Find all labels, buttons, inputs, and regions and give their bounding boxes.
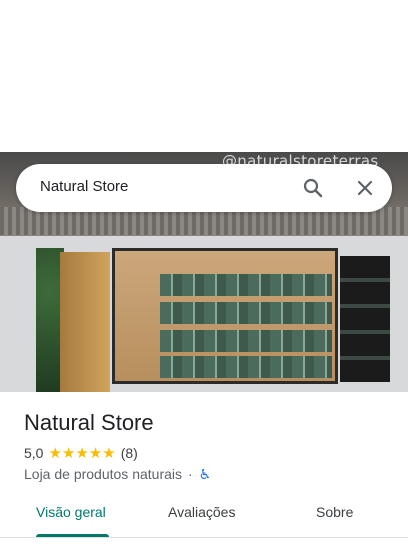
- product-shelf: [160, 356, 332, 378]
- store-door: [60, 252, 110, 392]
- category-row: Loja de produtos naturais · ♿: [24, 465, 211, 483]
- search-query-text[interactable]: Natural Store: [40, 178, 128, 195]
- search-icon[interactable]: [301, 176, 325, 200]
- display-rack: [340, 256, 390, 382]
- tab-reviews[interactable]: Avaliações: [168, 504, 235, 520]
- review-count[interactable]: (8): [121, 445, 138, 461]
- top-blank-area: [0, 0, 408, 152]
- product-shelf: [160, 274, 332, 296]
- search-bar[interactable]: Natural Store: [16, 164, 392, 212]
- tab-about[interactable]: Sobre: [316, 504, 353, 520]
- rating-value: 5,0: [24, 445, 44, 461]
- tabs-divider: [0, 537, 408, 538]
- tab-overview[interactable]: Visão geral: [36, 504, 106, 520]
- product-shelf: [160, 330, 332, 352]
- close-icon[interactable]: [353, 176, 377, 200]
- star-rating-icon: ★★★★★: [48, 445, 116, 462]
- place-tabs: Visão geral Avaliações Sobre: [0, 496, 408, 536]
- separator-dot: ·: [188, 466, 193, 482]
- wheelchair-icon: ♿: [198, 465, 212, 482]
- product-shelf: [160, 302, 332, 324]
- rating-row[interactable]: 5,0 ★★★★★ (8): [24, 444, 138, 462]
- place-category: Loja de produtos naturais: [24, 466, 182, 482]
- place-title: Natural Store: [24, 410, 154, 435]
